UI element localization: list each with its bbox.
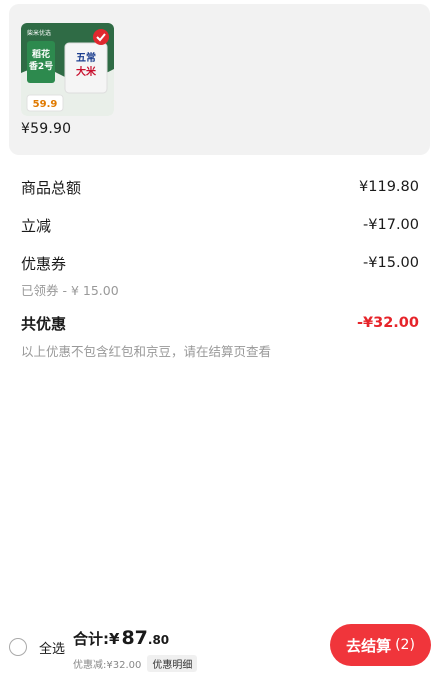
total-currency: ¥ bbox=[109, 630, 120, 648]
coupon-row[interactable]: 优惠券 -¥15.00 bbox=[21, 251, 419, 275]
coupon-note: 已领券 - ¥ 15.00 bbox=[21, 283, 119, 298]
checkout-count: (2) bbox=[395, 637, 415, 653]
svg-text:香2号: 香2号 bbox=[28, 60, 53, 72]
subtotal-label: 商品总额 bbox=[21, 178, 82, 197]
instant-discount-value: -¥17.00 bbox=[363, 217, 419, 233]
svg-text:稻花: 稻花 bbox=[32, 48, 50, 60]
total-amount: 合计: ¥ 87 .80 bbox=[73, 627, 169, 649]
discount-detail-button[interactable]: 优惠明细 bbox=[147, 655, 198, 672]
select-all-label[interactable]: 全选 bbox=[39, 638, 65, 657]
total-discount-row: 共优惠 -¥32.00 bbox=[21, 311, 419, 335]
svg-text:59.9: 59.9 bbox=[33, 99, 58, 110]
svg-text:柴米优选: 柴米优选 bbox=[27, 29, 51, 37]
checkout-button[interactable]: 去结算 (2) bbox=[330, 624, 431, 666]
checkout-label: 去结算 bbox=[346, 636, 392, 655]
instant-discount-row: 立减 -¥17.00 bbox=[21, 213, 419, 237]
total-discount-label: 共优惠 bbox=[21, 314, 67, 333]
discount-footnote: 以上优惠不包含红包和京豆，请在结算页查看 bbox=[21, 344, 272, 359]
svg-text:五常: 五常 bbox=[76, 51, 96, 64]
instant-discount-label: 立减 bbox=[21, 216, 52, 235]
product-thumbnail[interactable]: 稻花 香2号 五常 大米 59.9 柴米优选 bbox=[21, 23, 114, 116]
product-price: ¥59.90 bbox=[21, 121, 72, 137]
total-label: 合计: bbox=[73, 630, 109, 648]
svg-text:大米: 大米 bbox=[76, 65, 97, 78]
select-all-radio[interactable] bbox=[9, 638, 27, 656]
total-integer: 87 bbox=[121, 627, 148, 649]
coupon-label: 优惠券 bbox=[21, 254, 67, 273]
discount-summary: 优惠减:¥32.00 优惠明细 bbox=[73, 655, 198, 672]
bottom-checkout-bar: 全选 合计: ¥ 87 .80 优惠减:¥32.00 优惠明细 去结算 (2) bbox=[0, 610, 438, 673]
total-decimal: .80 bbox=[147, 633, 170, 647]
subtotal-value: ¥119.80 bbox=[359, 179, 419, 195]
coupon-value: -¥15.00 bbox=[363, 255, 419, 271]
discount-detail-page: 稻花 香2号 五常 大米 59.9 柴米优选 ¥59.90 商品总额 ¥119.… bbox=[0, 0, 438, 673]
subtotal-row: 商品总额 ¥119.80 bbox=[21, 175, 419, 199]
product-card: 稻花 香2号 五常 大米 59.9 柴米优选 ¥59.90 bbox=[9, 4, 430, 155]
discount-amount-text: 优惠减:¥32.00 bbox=[73, 660, 142, 671]
total-discount-value: -¥32.00 bbox=[357, 315, 419, 331]
